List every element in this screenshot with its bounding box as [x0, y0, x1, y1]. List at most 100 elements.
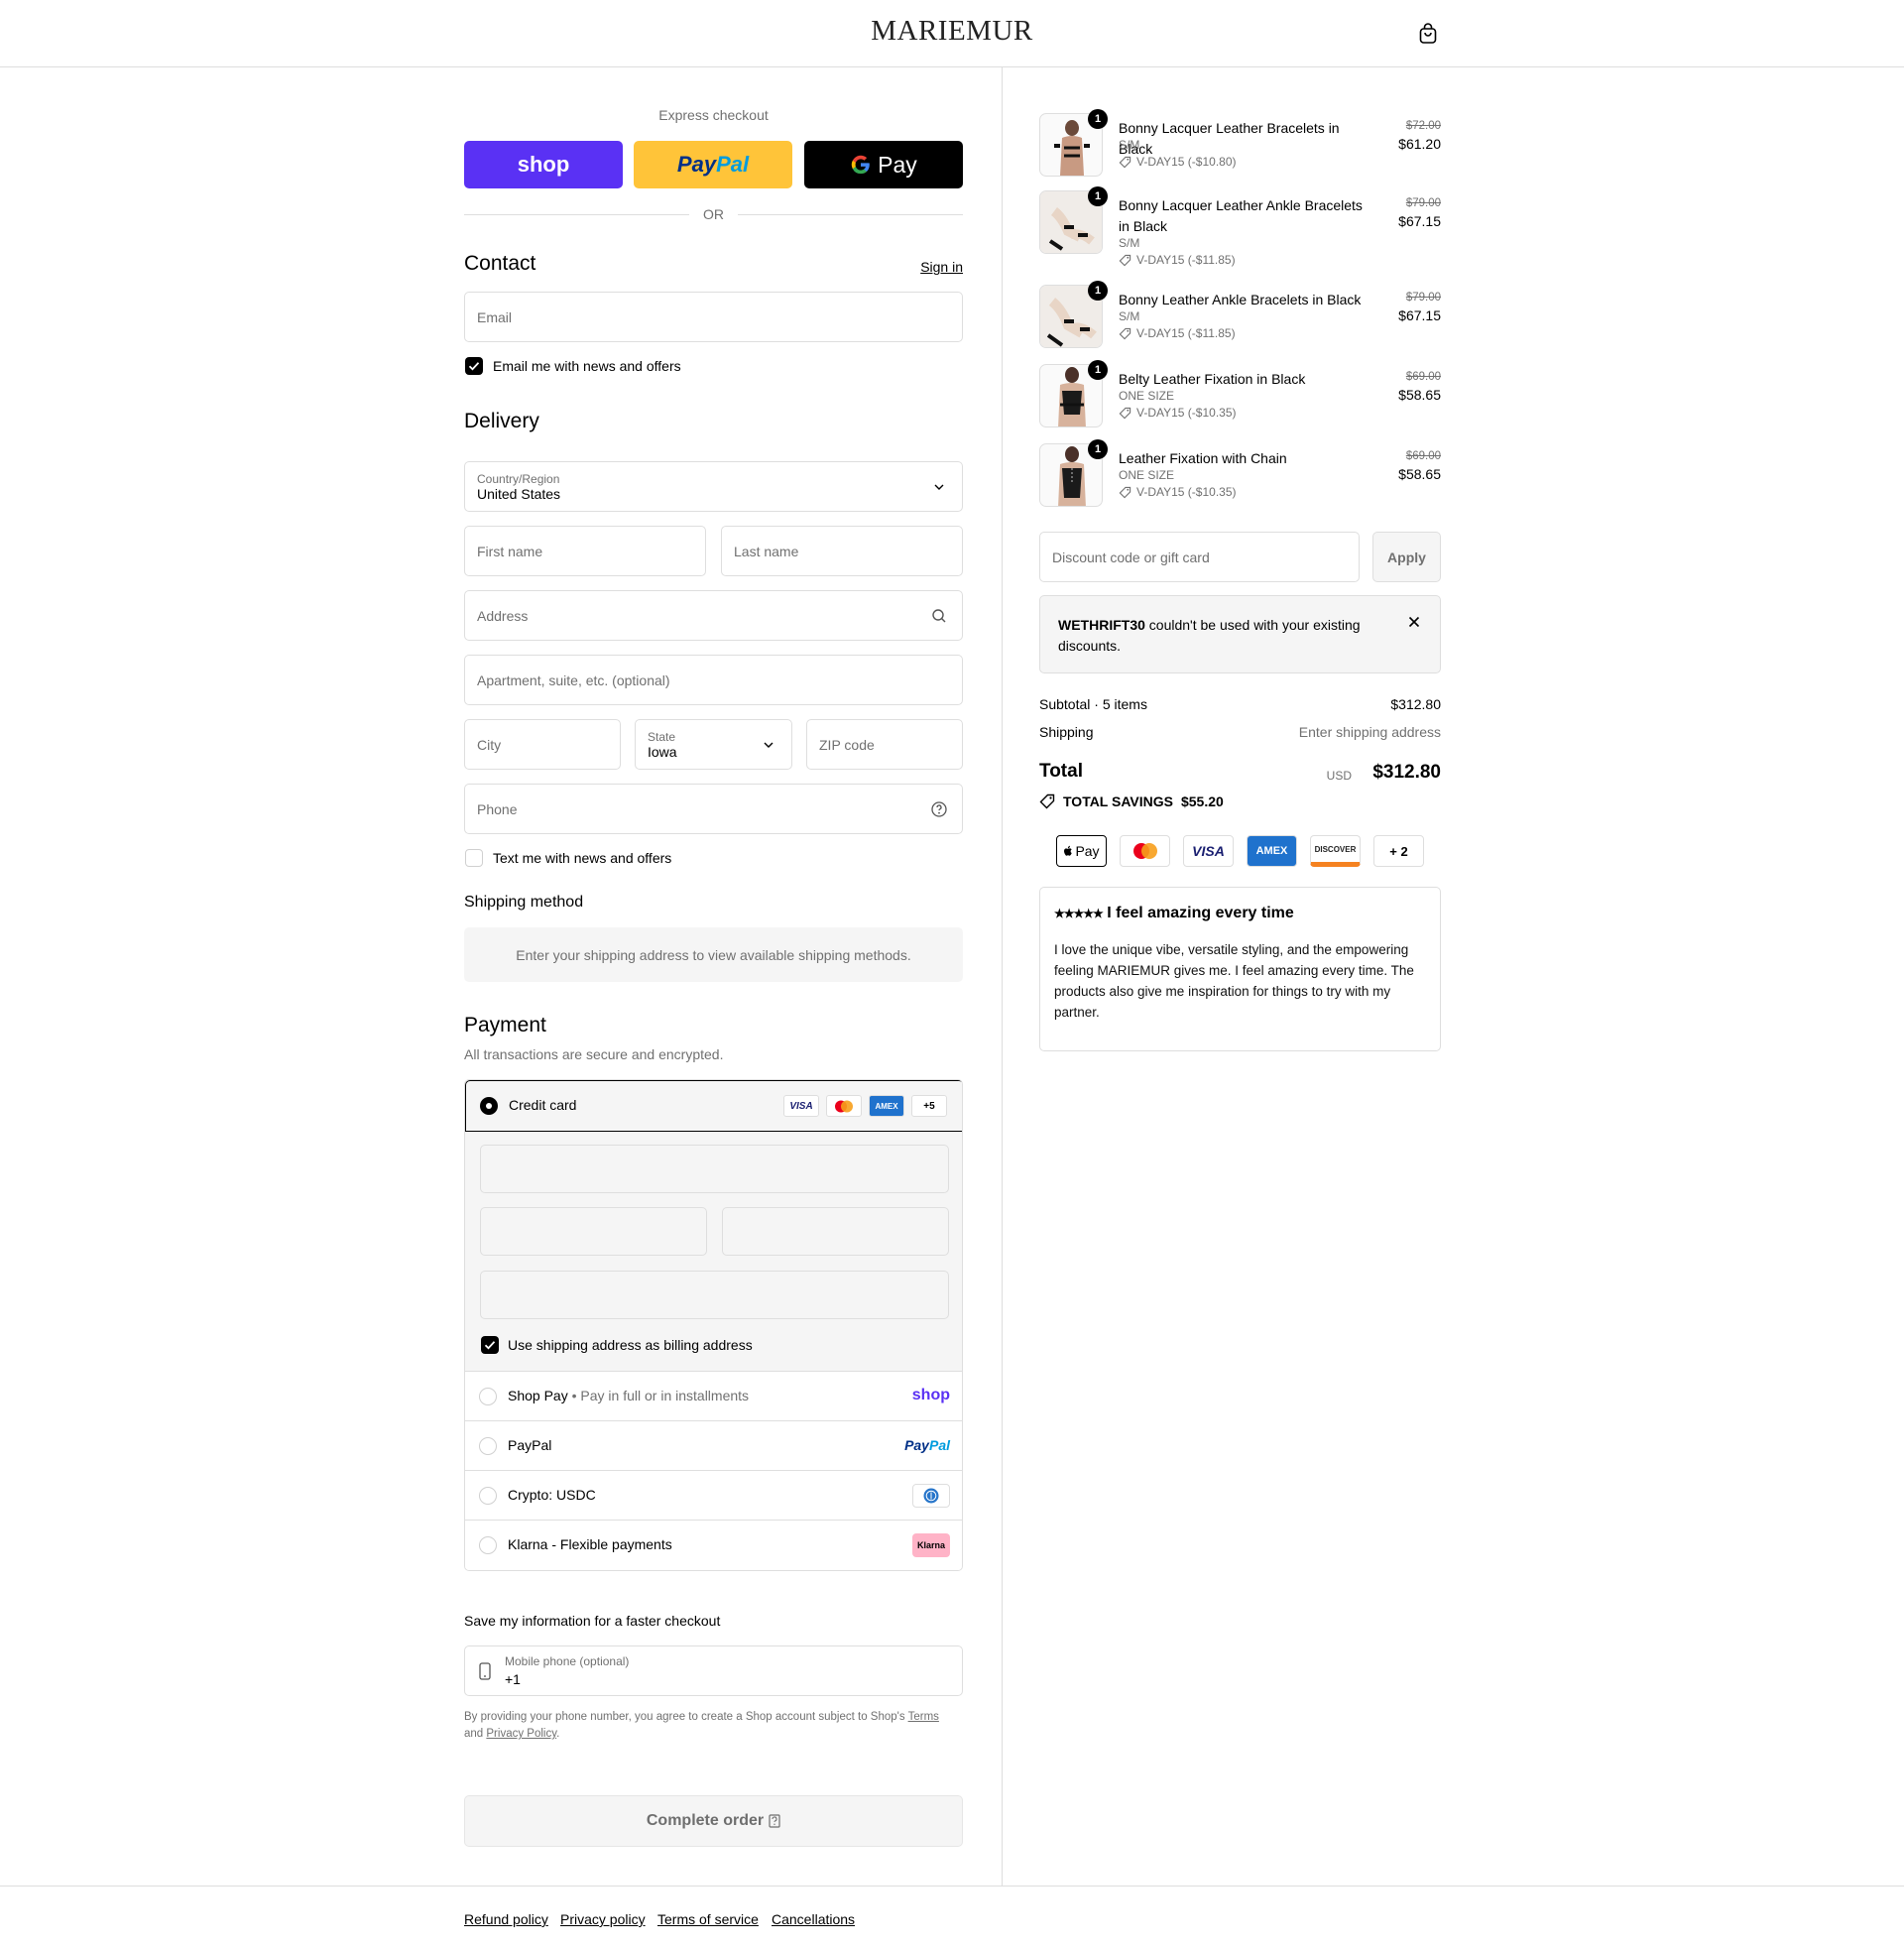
discount-code-input[interactable]: Discount code or gift card: [1039, 532, 1360, 582]
country-select[interactable]: Country/Region United States: [464, 461, 963, 512]
crypto-label: Crypto: USDC: [508, 1487, 596, 1503]
klarna-option[interactable]: Klarna - Flexible payments Klarna: [465, 1521, 962, 1570]
paypal-option[interactable]: PayPal PayPal: [465, 1421, 962, 1471]
item-variant: ONE SIZE: [1119, 389, 1175, 403]
first-name-field[interactable]: First name: [464, 526, 706, 576]
quantity-badge: 1: [1088, 281, 1108, 301]
payment-subtitle: All transactions are secure and encrypte…: [464, 1046, 724, 1062]
usdc-icon: [912, 1484, 950, 1508]
item-price: $58.65: [1398, 466, 1441, 482]
text-news-checkbox[interactable]: [465, 849, 483, 867]
close-icon[interactable]: [1406, 614, 1422, 630]
item-name: Bonny Lacquer Leather Bracelets in Black: [1119, 120, 1340, 157]
item-variant: S/M: [1119, 309, 1140, 323]
help-circle-icon[interactable]: [930, 800, 948, 818]
card-number-field[interactable]: [480, 1145, 949, 1193]
mobile-phone-icon: [479, 1662, 491, 1680]
complete-order-button[interactable]: Complete order: [464, 1795, 963, 1847]
more-payment-badge: + 2: [1373, 835, 1424, 867]
last-name-field[interactable]: Last name: [721, 526, 963, 576]
terms-of-service-link[interactable]: Terms of service: [657, 1911, 759, 1927]
review-title: ★★★★★ I feel amazing every time: [1054, 905, 1294, 921]
check-icon: [468, 362, 480, 371]
country-label: Country/Region: [477, 471, 560, 486]
check-icon: [484, 1341, 496, 1350]
apartment-field[interactable]: Apartment, suite, etc. (optional): [464, 655, 963, 705]
visa-icon: VISA: [783, 1095, 819, 1117]
item-price: $61.20: [1398, 136, 1441, 152]
mobile-phone-label: Mobile phone (optional): [505, 1654, 630, 1668]
state-value: Iowa: [648, 743, 677, 760]
terms-link[interactable]: Terms: [908, 1711, 939, 1723]
shop-pay-logo: shop: [517, 152, 570, 177]
shop-pay-radio[interactable]: [479, 1388, 497, 1405]
paypal-logo: PayPal: [904, 1437, 950, 1453]
quantity-badge: 1: [1088, 439, 1108, 459]
discount-error-notice: WETHRIFT30 couldn't be used with your ex…: [1039, 595, 1441, 673]
quantity-badge: 1: [1088, 360, 1108, 380]
klarna-radio[interactable]: [479, 1536, 497, 1554]
store-logo[interactable]: MARIEMUR: [0, 15, 1904, 48]
paypal-radio[interactable]: [479, 1437, 497, 1455]
state-select[interactable]: State Iowa: [635, 719, 792, 770]
apple-icon: [1064, 845, 1073, 856]
shop-pay-express-button[interactable]: shop: [464, 141, 623, 188]
credit-card-radio[interactable]: [480, 1097, 498, 1115]
mobile-phone-field[interactable]: Mobile phone (optional) +1: [464, 1645, 963, 1696]
billing-same-checkbox[interactable]: [481, 1336, 499, 1354]
apple-pay-badge: Pay: [1056, 835, 1107, 867]
email-news-label: Email me with news and offers: [493, 358, 681, 374]
order-icon: [769, 1814, 780, 1828]
privacy-policy-footer-link[interactable]: Privacy policy: [560, 1911, 646, 1927]
header: MARIEMUR: [0, 0, 1904, 67]
customer-review: ★★★★★ I feel amazing every time I love t…: [1039, 887, 1441, 1051]
cart-item: 1 Bonny Leather Ankle Bracelets in Black…: [1039, 281, 1441, 350]
more-cards-badge: +5: [911, 1095, 947, 1117]
shipping-label: Shipping: [1039, 724, 1094, 740]
review-body: I love the unique vibe, versatile stylin…: [1054, 942, 1414, 1020]
credit-card-label: Credit card: [509, 1097, 577, 1113]
klarna-logo: Klarna: [912, 1533, 950, 1557]
card-expiry-field[interactable]: [480, 1207, 707, 1256]
tag-icon: [1119, 407, 1131, 419]
item-price: $58.65: [1398, 387, 1441, 403]
card-cvv-field[interactable]: [722, 1207, 949, 1256]
email-field[interactable]: Email: [464, 292, 963, 342]
tag-icon: [1119, 156, 1131, 168]
paypal-express-button[interactable]: Pay Pal: [634, 141, 792, 188]
or-label: OR: [703, 206, 724, 222]
city-field[interactable]: City: [464, 719, 621, 770]
crypto-radio[interactable]: [479, 1487, 497, 1505]
quantity-badge: 1: [1088, 109, 1108, 129]
search-icon: [932, 609, 946, 623]
shop-pay-option[interactable]: Shop Pay • Pay in full or in installment…: [465, 1372, 962, 1421]
apply-discount-button[interactable]: Apply: [1372, 532, 1441, 582]
cancellations-link[interactable]: Cancellations: [772, 1911, 855, 1927]
mastercard-icon: [826, 1095, 862, 1117]
card-name-field[interactable]: [480, 1271, 949, 1319]
google-pay-express-button[interactable]: Pay: [804, 141, 963, 188]
shopping-bag-icon[interactable]: [1416, 22, 1440, 46]
credit-card-option[interactable]: Credit card VISA AMEX +5: [465, 1080, 962, 1132]
cart-item: 1 Bonny Lacquer Leather Bracelets in Bla…: [1039, 109, 1441, 179]
item-name: Leather Fixation with Chain: [1119, 450, 1287, 466]
sign-in-link[interactable]: Sign in: [892, 259, 963, 275]
shop-pay-logo: shop: [911, 1387, 950, 1403]
shop-pay-label: Shop Pay • Pay in full or in installment…: [508, 1388, 750, 1403]
zip-field[interactable]: ZIP code: [806, 719, 963, 770]
discover-badge: DISCOVER: [1310, 835, 1361, 867]
item-variant: S/M: [1119, 138, 1140, 152]
item-original-price: $79.00: [1405, 197, 1441, 209]
amex-badge: AMEX: [1247, 835, 1297, 867]
phone-field[interactable]: Phone: [464, 784, 963, 834]
total-label: Total: [1039, 761, 1083, 782]
email-news-checkbox[interactable]: [465, 357, 483, 375]
state-label: State: [648, 729, 676, 744]
cart-item: 1 Leather Fixation with Chain ONE SIZE V…: [1039, 439, 1441, 509]
address-field[interactable]: Address: [464, 590, 963, 641]
phone-placeholder: Phone: [477, 800, 518, 817]
privacy-policy-link[interactable]: Privacy Policy: [486, 1728, 556, 1740]
refund-policy-link[interactable]: Refund policy: [464, 1911, 548, 1927]
crypto-usdc-option[interactable]: Crypto: USDC: [465, 1471, 962, 1521]
billing-same-label: Use shipping address as billing address: [508, 1337, 753, 1353]
